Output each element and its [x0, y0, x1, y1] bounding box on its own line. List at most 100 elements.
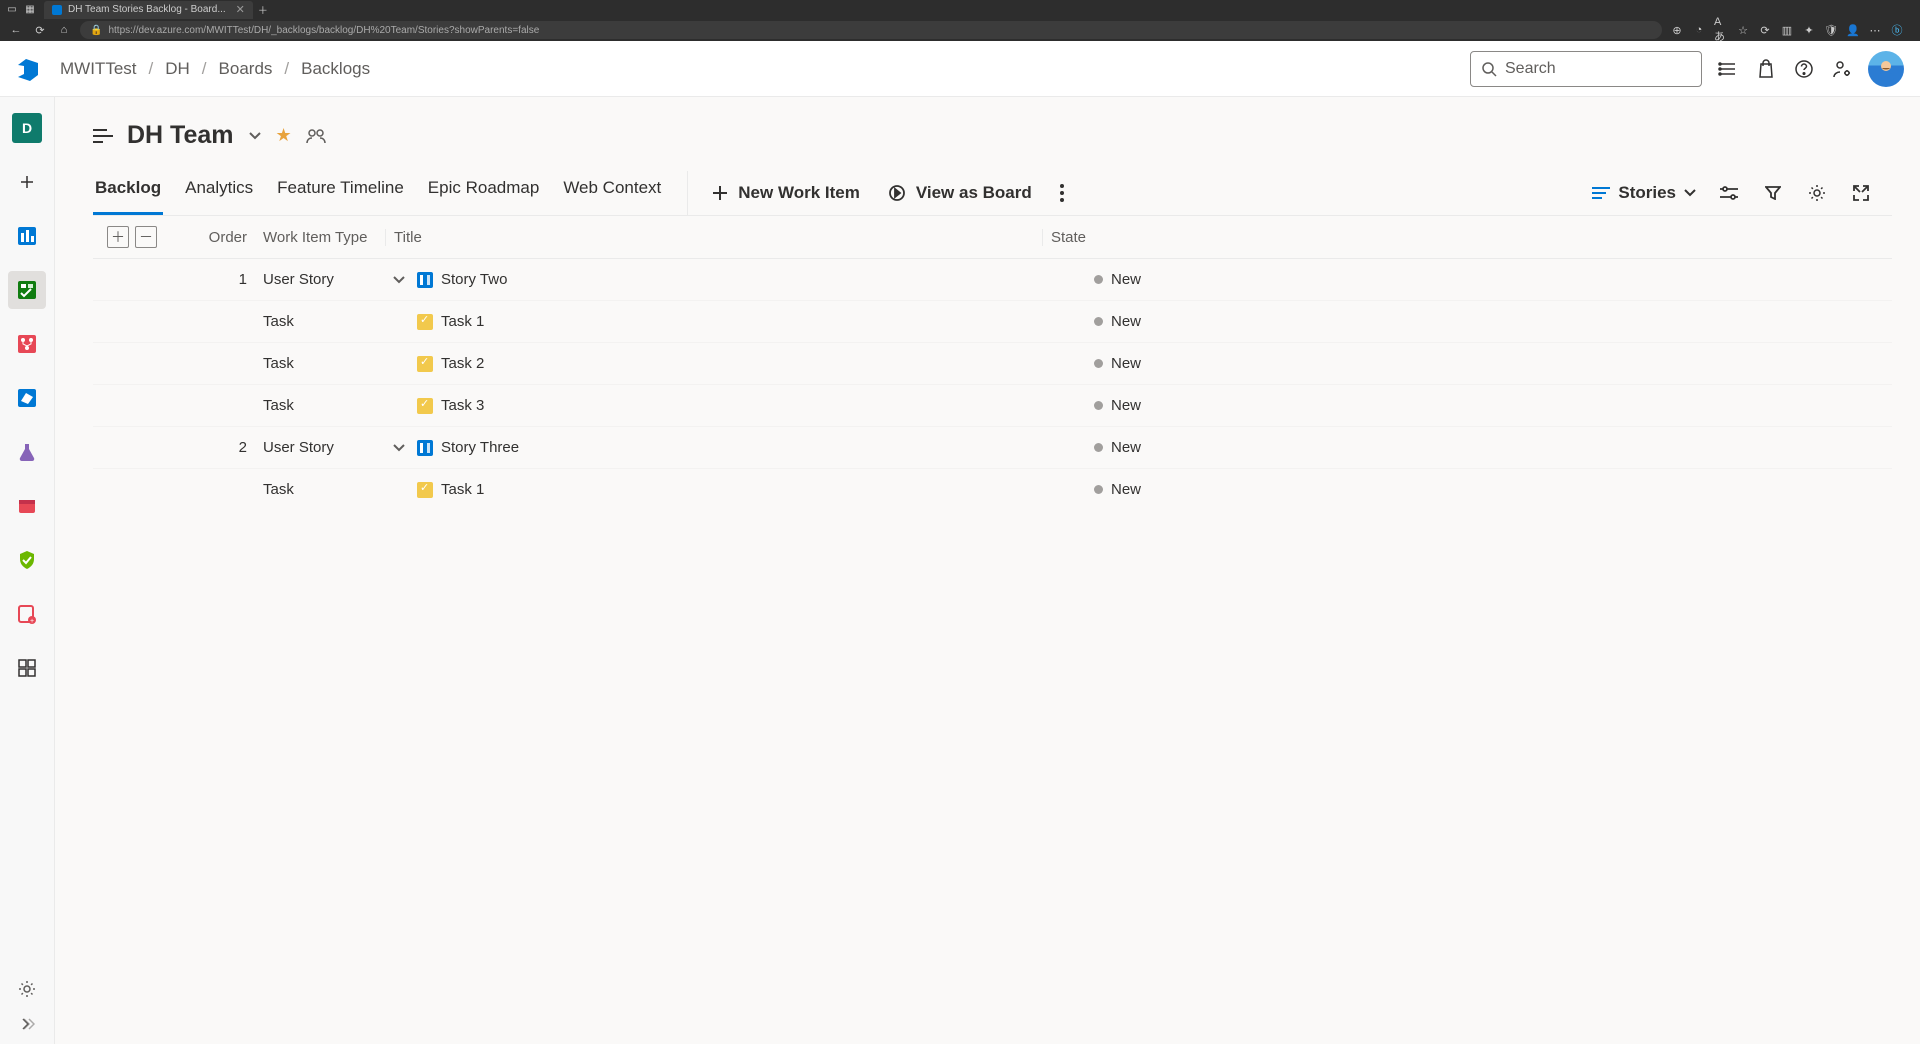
fullscreen-icon[interactable] — [1850, 182, 1872, 204]
profile-icon[interactable]: 👤 — [1846, 23, 1860, 37]
sync-icon[interactable]: ⟳ — [1758, 23, 1772, 37]
pivot-web-context[interactable]: Web Context — [561, 170, 663, 215]
help-icon[interactable] — [1792, 57, 1816, 81]
column-options-icon[interactable] — [1718, 182, 1740, 204]
row-expand-icon[interactable] — [393, 276, 409, 284]
row-order: 1 — [165, 271, 255, 288]
new-tab-button[interactable]: ＋ — [255, 2, 271, 18]
table-row[interactable]: TaskTask 3New — [93, 384, 1892, 426]
read-icon[interactable]: Aあ — [1714, 23, 1728, 37]
row-type: User Story — [255, 439, 385, 456]
row-expand-icon[interactable] — [393, 444, 409, 452]
row-state-cell: New — [1042, 397, 1212, 414]
collections-icon[interactable]: ▥ — [1780, 23, 1794, 37]
rail-extension-icon[interactable] — [8, 649, 46, 687]
svg-text:+: + — [30, 618, 34, 625]
menu-icon[interactable]: ⋯ — [1868, 23, 1882, 37]
expand-all-button[interactable]: ＋ — [107, 226, 129, 248]
pivot-feature-timeline[interactable]: Feature Timeline — [275, 170, 406, 215]
extensions-icon[interactable]: ✦ — [1802, 23, 1816, 37]
rail-add-button[interactable] — [8, 163, 46, 201]
back-icon[interactable]: ← — [8, 22, 24, 38]
pivot-epic-roadmap[interactable]: Epic Roadmap — [426, 170, 542, 215]
pivot-analytics[interactable]: Analytics — [183, 170, 255, 215]
project-avatar[interactable]: D — [12, 113, 42, 143]
team-picker-icon[interactable] — [93, 128, 113, 144]
marketplace-icon[interactable] — [1754, 57, 1778, 81]
row-title[interactable]: Task 2 — [441, 355, 484, 372]
column-header-state[interactable]: State — [1042, 229, 1212, 246]
row-state: New — [1111, 271, 1141, 288]
row-title[interactable]: Task 3 — [441, 397, 484, 414]
rail-test-plans-icon[interactable] — [8, 433, 46, 471]
search-box[interactable]: Search — [1470, 51, 1702, 87]
team-members-icon[interactable] — [306, 128, 326, 144]
rail-boards-icon[interactable] — [8, 271, 46, 309]
rail-repos-icon[interactable] — [8, 325, 46, 363]
user-story-icon — [417, 272, 433, 288]
home-icon[interactable]: ⌂ — [56, 22, 72, 38]
pivot-backlog[interactable]: Backlog — [93, 170, 163, 215]
backlog-table-body: 1User StoryStory TwoNewTaskTask 1NewTask… — [93, 258, 1892, 510]
zoom-icon[interactable]: ⊕ — [1670, 23, 1684, 37]
breadcrumb-page[interactable]: Backlogs — [301, 59, 370, 79]
row-state: New — [1111, 481, 1141, 498]
collapse-all-button[interactable]: － — [135, 226, 157, 248]
settings-icon[interactable] — [1806, 182, 1828, 204]
favorite-star-icon[interactable]: ★ — [276, 125, 292, 146]
row-title[interactable]: Story Three — [441, 439, 519, 456]
table-row[interactable]: TaskTask 1New — [93, 468, 1892, 510]
more-actions-icon[interactable] — [1060, 184, 1064, 202]
column-header-order[interactable]: Order — [165, 229, 255, 246]
new-work-item-button[interactable]: New Work Item — [712, 183, 860, 203]
row-title[interactable]: Task 1 — [441, 313, 484, 330]
user-settings-icon[interactable] — [1830, 57, 1854, 81]
tracking-icon[interactable]: ◔ — [1692, 23, 1706, 37]
work-items-icon[interactable] — [1716, 57, 1740, 81]
filter-icon[interactable] — [1762, 182, 1784, 204]
row-title-cell: Task 2 — [385, 355, 1042, 372]
table-row[interactable]: 2User StoryStory ThreeNew — [93, 426, 1892, 468]
tab-menu-icon[interactable]: ▭ — [4, 2, 20, 18]
tab-favicon-icon — [52, 5, 62, 15]
row-title-cell: Task 1 — [385, 313, 1042, 330]
row-state-cell: New — [1042, 439, 1212, 456]
column-header-type[interactable]: Work Item Type — [255, 229, 385, 246]
breadcrumb-hub[interactable]: Boards — [219, 59, 273, 79]
rail-retro-icon[interactable]: + — [8, 595, 46, 633]
top-header: MWITTest / DH / Boards / Backlogs Search — [0, 41, 1920, 97]
rail-pipelines-icon[interactable] — [8, 379, 46, 417]
row-title[interactable]: Task 1 — [441, 481, 484, 498]
breadcrumb-project[interactable]: DH — [165, 59, 190, 79]
rail-expand-icon[interactable] — [19, 1016, 35, 1032]
user-avatar[interactable] — [1868, 51, 1904, 87]
refresh-icon[interactable]: ⟳ — [32, 22, 48, 38]
favorite-icon[interactable]: ☆ — [1736, 23, 1750, 37]
rail-overview-icon[interactable] — [8, 217, 46, 255]
table-row[interactable]: TaskTask 2New — [93, 342, 1892, 384]
rail-settings-icon[interactable] — [18, 980, 36, 998]
browser-tab[interactable]: DH Team Stories Backlog - Board... ✕ — [44, 1, 253, 19]
column-header-title[interactable]: Title — [385, 229, 1042, 246]
rail-artifacts-icon[interactable] — [8, 487, 46, 525]
shield-icon[interactable]: 🛡 — [1824, 23, 1838, 37]
view-as-board-button[interactable]: View as Board — [888, 183, 1032, 203]
rail-compliance-icon[interactable] — [8, 541, 46, 579]
azure-devops-logo-icon[interactable] — [16, 57, 40, 81]
team-dropdown-icon[interactable] — [248, 131, 262, 141]
bing-icon[interactable]: ⓑ — [1890, 23, 1904, 37]
table-row[interactable]: TaskTask 1New — [93, 300, 1892, 342]
breadcrumb-org[interactable]: MWITTest — [60, 59, 137, 79]
new-work-item-label: New Work Item — [738, 183, 860, 203]
workspace-icon[interactable]: ▦ — [22, 2, 38, 18]
browser-chrome: ▭ ▦ DH Team Stories Backlog - Board... ✕… — [0, 0, 1920, 41]
level-icon — [1592, 186, 1610, 200]
team-name[interactable]: DH Team — [127, 121, 234, 150]
row-title[interactable]: Story Two — [441, 271, 507, 288]
tab-close-icon[interactable]: ✕ — [236, 3, 245, 16]
table-row[interactable]: 1User StoryStory TwoNew — [93, 258, 1892, 300]
row-state-cell: New — [1042, 481, 1212, 498]
url-field[interactable]: 🔒 https://dev.azure.com/MWITTest/DH/_bac… — [80, 21, 1662, 39]
search-placeholder: Search — [1505, 60, 1556, 78]
backlog-level-picker[interactable]: Stories — [1592, 183, 1696, 203]
